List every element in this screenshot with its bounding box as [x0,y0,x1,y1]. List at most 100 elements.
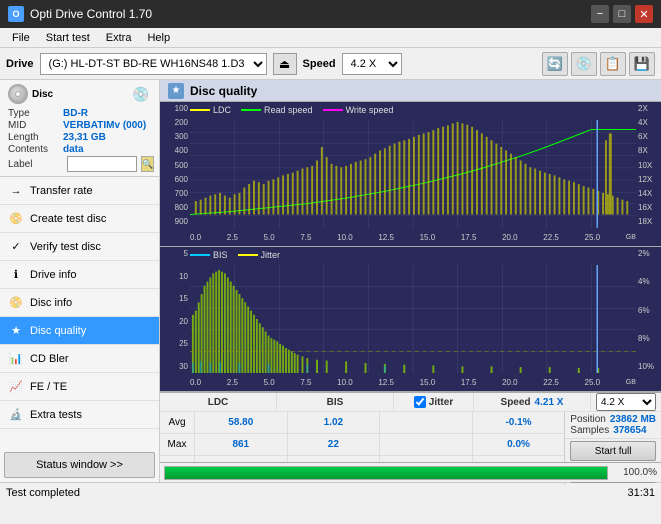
disc-icon [8,84,28,104]
progress-bar-inner [165,467,607,479]
position-val: 23862 MB [610,414,656,425]
drive-label: Drive [6,58,34,70]
sidebar: Disc 💿 Type BD-R MID VERBATIMv (000) Len… [0,80,160,482]
nav-disc-quality-label: Disc quality [30,325,86,337]
disc-label-input[interactable] [67,156,137,172]
toolbar-save-button[interactable]: 💾 [629,52,655,76]
top-chart-svg [190,120,636,228]
chart-header: ★ Disc quality [160,80,661,102]
speed-label: Speed [303,58,336,70]
ldc-legend-item: LDC [190,105,231,115]
disc-length-key: Length [8,132,63,143]
stats-avg-spacer [380,412,473,433]
nav-verify-test-disc-label: Verify test disc [30,241,101,253]
main-content: Disc 💿 Type BD-R MID VERBATIMv (000) Len… [0,80,661,482]
nav-disc-info[interactable]: 📀 Disc info [0,289,159,317]
bottom-chart-svg [190,265,636,373]
bis-legend-color [190,254,210,256]
fe-te-icon: 📈 [8,379,24,395]
stats-header-speed-select-cell: 4.2 X [591,393,661,411]
nav-create-test-disc[interactable]: 📀 Create test disc [0,205,159,233]
nav-cd-bler[interactable]: 📊 CD Bler [0,345,159,373]
menu-help[interactable]: Help [139,30,178,46]
stats-max-label: Max [160,434,195,455]
stats-max-jitter: 0.0% [473,434,565,455]
stats-header-speed: Speed 4.21 X [474,393,591,411]
disc-mid-val: VERBATIMv (000) [63,120,146,131]
status-window-button[interactable]: Status window >> [4,452,155,478]
toolbar-copy-button[interactable]: 📋 [600,52,626,76]
nav-transfer-rate[interactable]: → Transfer rate [0,177,159,205]
disc-quality-icon: ★ [8,323,24,339]
top-chart-svg-wrap [190,120,636,228]
charts-container: LDC Read speed Write speed 900 800 70 [160,102,661,392]
stats-bar: LDC BIS Jitter Speed 4.21 X 4.2 X [160,392,661,462]
stats-position-panel: Position 23862 MB Samples 378654 [565,412,661,439]
nav-extra-tests-label: Extra tests [30,409,82,421]
top-chart-x-axis: 0.0 2.5 5.0 7.5 10.0 12.5 15.0 17.5 20.0… [190,228,636,246]
bottom-chart-legend: BIS Jitter [190,250,280,260]
stats-max-spacer [380,434,473,455]
write-speed-legend-color [323,109,343,111]
stats-max-bis: 22 [288,434,381,455]
drive-info-icon: ℹ [8,267,24,283]
maximize-button[interactable]: □ [613,5,631,23]
progress-bar-container: 100.0% [160,462,661,482]
menu-file[interactable]: File [4,30,38,46]
stats-max-row: Max 861 22 0.0% [160,434,564,456]
eject-button[interactable]: ⏏ [273,53,297,75]
ldc-legend-color [190,109,210,111]
toolbar-disc-button[interactable]: 💿 [571,52,597,76]
top-chart: LDC Read speed Write speed 900 800 70 [160,102,661,247]
stats-speed-select[interactable]: 4.2 X [596,393,656,411]
nav-fe-te[interactable]: 📈 FE / TE [0,373,159,401]
progress-text: 100.0% [612,467,657,478]
jitter-checkbox[interactable] [414,396,426,408]
nav-verify-test-disc[interactable]: ✓ Verify test disc [0,233,159,261]
verify-test-disc-icon: ✓ [8,239,24,255]
read-speed-legend-item: Read speed [241,105,313,115]
menu-start-test[interactable]: Start test [38,30,98,46]
stats-max-ldc: 861 [195,434,288,455]
chart-icon: ★ [168,83,184,99]
disc-contents-key: Contents [8,144,63,155]
ldc-legend-label: LDC [213,105,231,115]
minimize-button[interactable]: − [591,5,609,23]
toolbar-refresh-button[interactable]: 🔄 [542,52,568,76]
write-speed-legend-item: Write speed [323,105,394,115]
nav-disc-quality[interactable]: ★ Disc quality [0,317,159,345]
stats-header-ldc: LDC [160,393,277,411]
disc-type-icon: 💿 [131,84,151,104]
disc-contents-val: data [63,144,84,155]
bottom-chart: BIS Jitter 30 25 20 15 10 5 [160,247,661,392]
create-test-disc-icon: 📀 [8,211,24,227]
bis-legend-item: BIS [190,250,228,260]
stats-header-row: LDC BIS Jitter Speed 4.21 X 4.2 X [160,393,661,412]
disc-type-key: Type [8,108,63,119]
start-full-button[interactable]: Start full [570,441,656,461]
write-speed-legend-label: Write speed [346,105,394,115]
menu-extra[interactable]: Extra [98,30,140,46]
close-button[interactable]: ✕ [635,5,653,23]
bottom-chart-y-right: 10% 8% 6% 4% 2% [636,247,661,373]
disc-label-button[interactable]: 🔍 [141,156,154,172]
stats-position-row: Position 23862 MB [570,414,656,425]
nav-disc-info-label: Disc info [30,297,72,309]
nav-extra-tests[interactable]: 🔬 Extra tests [0,401,159,429]
bottom-chart-y-left: 30 25 20 15 10 5 [160,247,190,373]
nav-drive-info[interactable]: ℹ Drive info [0,261,159,289]
nav-create-test-disc-label: Create test disc [30,213,106,225]
nav-drive-info-label: Drive info [30,269,76,281]
disc-length-val: 23,31 GB [63,132,106,143]
stats-avg-row: Avg 58.80 1.02 -0.1% [160,412,564,434]
samples-label: Samples [570,425,609,436]
jitter-legend-item: Jitter [238,250,281,260]
status-text: Test completed [6,487,80,499]
chart-area: ★ Disc quality LDC Read speed [160,80,661,482]
progress-bar-outer [164,466,608,480]
stats-header-bis: BIS [277,393,394,411]
speed-select[interactable]: 4.2 X [342,53,402,75]
stats-header-spacer: Jitter [394,393,474,411]
read-speed-legend-color [241,109,261,111]
drive-select[interactable]: (G:) HL-DT-ST BD-RE WH16NS48 1.D3 [40,53,267,75]
